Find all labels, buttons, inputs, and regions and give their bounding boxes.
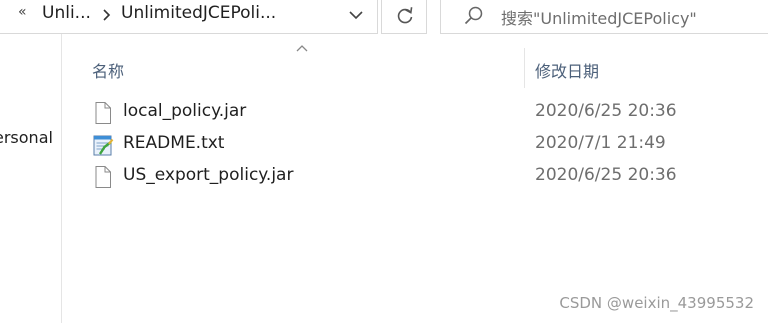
- file-row[interactable]: local_policy.jar 2020/6/25 20:36: [80, 98, 768, 128]
- file-name[interactable]: US_export_policy.jar: [123, 165, 293, 185]
- breadcrumb-item-current[interactable]: UnlimitedJCEPoli...: [121, 3, 276, 23]
- column-header-name[interactable]: 名称: [92, 58, 124, 82]
- explorer-window: « Unli... UnlimitedJCEPoli... 搜索"Unlimit…: [0, 0, 768, 323]
- nav-item-personal[interactable]: ersonal: [0, 128, 53, 147]
- navigation-pane: ersonal: [0, 34, 62, 323]
- notepad-text-file-icon: [93, 135, 114, 156]
- breadcrumb-separator-icon[interactable]: [102, 8, 111, 22]
- watermark: CSDN @weixin_43995532: [559, 294, 754, 312]
- column-divider[interactable]: [524, 48, 525, 88]
- refresh-button[interactable]: [381, 0, 427, 34]
- file-row[interactable]: US_export_policy.jar 2020/6/25 20:36: [80, 162, 768, 192]
- file-date-modified: 2020/6/25 20:36: [535, 101, 677, 121]
- sort-ascending-icon: [296, 45, 308, 52]
- refresh-icon: [397, 7, 413, 24]
- breadcrumb-item[interactable]: Unli...: [42, 3, 91, 23]
- file-date-modified: 2020/6/25 20:36: [535, 165, 677, 185]
- search-box[interactable]: 搜索"UnlimitedJCEPolicy": [440, 0, 768, 34]
- breadcrumb-overflow-button[interactable]: «: [18, 4, 27, 20]
- address-bar[interactable]: « Unli... UnlimitedJCEPoli...: [0, 0, 378, 34]
- file-name[interactable]: local_policy.jar: [123, 101, 246, 121]
- file-date-modified: 2020/7/1 21:49: [535, 133, 666, 153]
- blank-file-icon: [95, 166, 111, 188]
- file-name[interactable]: README.txt: [123, 133, 224, 153]
- file-row[interactable]: README.txt 2020/7/1 21:49: [80, 130, 768, 160]
- chevron-down-icon[interactable]: [348, 10, 364, 20]
- blank-file-icon: [95, 102, 111, 124]
- search-input[interactable]: 搜索"UnlimitedJCEPolicy": [501, 5, 697, 29]
- column-header-date-modified[interactable]: 修改日期: [535, 58, 599, 82]
- search-icon: [464, 6, 483, 25]
